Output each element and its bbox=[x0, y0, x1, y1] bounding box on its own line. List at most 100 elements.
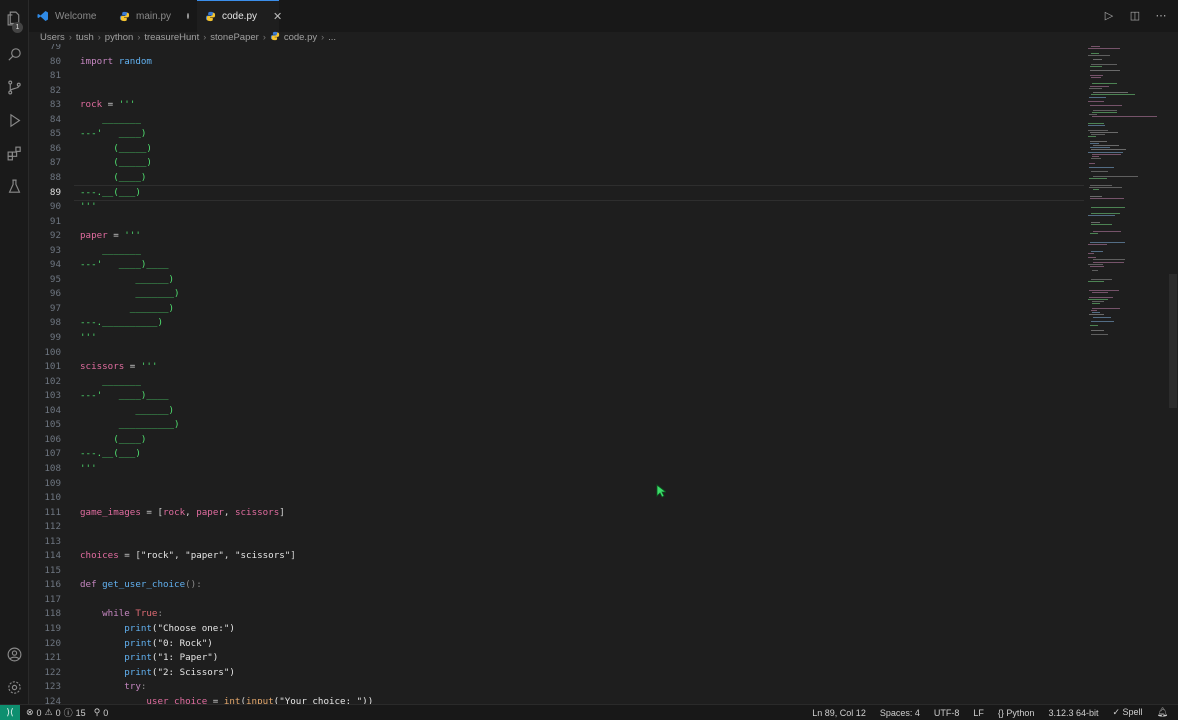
code-line[interactable]: 115 bbox=[29, 564, 1084, 579]
code-line[interactable]: 80 import random bbox=[29, 55, 1084, 70]
code-line[interactable]: 118 while True: bbox=[29, 607, 1084, 622]
code-line[interactable]: 93 _______ bbox=[29, 244, 1084, 259]
minimap-line bbox=[1092, 153, 1121, 155]
tab-code-py[interactable]: code.py ✕ bbox=[197, 0, 282, 32]
line-code: ---' ____)____ bbox=[80, 258, 169, 273]
code-line[interactable]: 87 (_____) bbox=[29, 156, 1084, 171]
minimap-line bbox=[1091, 63, 1117, 65]
code-line[interactable]: 81 bbox=[29, 69, 1084, 84]
code-line[interactable]: 97 _______) bbox=[29, 302, 1084, 317]
testing-icon[interactable] bbox=[4, 176, 24, 196]
line-number: 109 bbox=[44, 477, 61, 489]
breadcrumb-users[interactable]: Users bbox=[40, 32, 65, 43]
source-control-icon[interactable] bbox=[4, 77, 24, 97]
code-line[interactable]: 117 bbox=[29, 593, 1084, 608]
check-icon: ✓ bbox=[1112, 707, 1121, 717]
scrollbar-thumb[interactable] bbox=[1169, 274, 1177, 408]
code-line[interactable]: 88 (____) bbox=[29, 171, 1084, 186]
problems-indicator[interactable]: ⊗ 0 ⚠ 0 ⓘ 15 bbox=[26, 706, 86, 719]
code-line[interactable]: 102 _______ bbox=[29, 375, 1084, 390]
spell-check[interactable]: ✓ Spell bbox=[1112, 707, 1142, 718]
language-mode[interactable]: {} Python bbox=[998, 708, 1035, 718]
code-line[interactable]: 108 ''' bbox=[29, 462, 1084, 477]
more-actions-icon[interactable]: ⋯ bbox=[1154, 8, 1168, 22]
line-number: 115 bbox=[44, 564, 61, 576]
line-number: 120 bbox=[44, 637, 61, 649]
code-line[interactable]: 106 (____) bbox=[29, 433, 1084, 448]
code-line[interactable]: 111 game_images = [rock, paper, scissors] bbox=[29, 506, 1084, 521]
minimap-line bbox=[1093, 109, 1117, 111]
minimap-line bbox=[1091, 213, 1120, 215]
minimap-line bbox=[1089, 167, 1114, 168]
code-line[interactable]: 110 bbox=[29, 491, 1084, 506]
code-line[interactable]: 104 ______) bbox=[29, 404, 1084, 419]
close-icon[interactable]: ✕ bbox=[273, 10, 282, 23]
breadcrumb-python[interactable]: python bbox=[105, 32, 134, 43]
code-line[interactable]: 113 bbox=[29, 535, 1084, 550]
code-line[interactable]: 116 def get_user_choice(): bbox=[29, 578, 1084, 593]
code-line[interactable]: 83 rock = ''' bbox=[29, 98, 1084, 113]
code-line[interactable]: 79 bbox=[29, 44, 1084, 55]
remote-indicator-icon[interactable]: ⟩⟨ bbox=[0, 705, 20, 720]
code-line[interactable]: 90 ''' bbox=[29, 200, 1084, 215]
code-line[interactable]: 114 choices = ["rock", "paper", "scissors… bbox=[29, 549, 1084, 564]
code-line[interactable]: 99 ''' bbox=[29, 331, 1084, 346]
code-line[interactable]: 85 ---' ____) bbox=[29, 127, 1084, 142]
code-line[interactable]: 84 _______ bbox=[29, 113, 1084, 128]
code-line[interactable]: 109 bbox=[29, 477, 1084, 492]
cursor-position[interactable]: Ln 89, Col 12 bbox=[812, 708, 866, 718]
code-line[interactable]: 112 bbox=[29, 520, 1084, 535]
breadcrumb-treasurehunt[interactable]: treasureHunt bbox=[144, 32, 199, 43]
line-code: print("0: Rock") bbox=[80, 637, 213, 652]
line-code: scissors = ''' bbox=[80, 360, 157, 375]
run-debug-icon[interactable] bbox=[4, 110, 24, 130]
indentation[interactable]: Spaces: 4 bbox=[880, 708, 920, 718]
minimap[interactable] bbox=[1086, 44, 1172, 705]
minimap-line bbox=[1088, 252, 1094, 254]
end-of-line[interactable]: LF bbox=[973, 708, 984, 718]
settings-gear-icon[interactable] bbox=[4, 677, 24, 697]
code-line[interactable]: 103 ---' ____)____ bbox=[29, 389, 1084, 404]
code-line[interactable]: 100 bbox=[29, 346, 1084, 361]
notifications-bell-icon[interactable]: 🔔︎ bbox=[1157, 707, 1168, 718]
search-icon[interactable] bbox=[4, 44, 24, 64]
code-editor[interactable]: 79 80 import random 81 82 83 rock = ''' 84 ____… bbox=[29, 44, 1084, 705]
code-line[interactable]: 91 bbox=[29, 215, 1084, 230]
code-line[interactable]: 82 bbox=[29, 84, 1084, 99]
account-icon[interactable] bbox=[4, 644, 24, 664]
extensions-icon[interactable] bbox=[4, 143, 24, 163]
code-line[interactable]: 122 print("2: Scissors") bbox=[29, 666, 1084, 681]
code-line[interactable]: 105 __________) bbox=[29, 418, 1084, 433]
run-icon[interactable]: ▷ bbox=[1102, 8, 1116, 22]
code-line[interactable]: 89 ---.__(___) bbox=[29, 186, 1084, 201]
code-line[interactable]: 92 paper = ''' bbox=[29, 229, 1084, 244]
code-token: paper bbox=[196, 506, 224, 518]
code-line[interactable]: 119 print("Choose one:") bbox=[29, 622, 1084, 637]
code-line[interactable]: 101 scissors = ''' bbox=[29, 360, 1084, 375]
split-editor-icon[interactable]: ◫ bbox=[1128, 8, 1142, 22]
breadcrumb-stonepaper[interactable]: stonePaper bbox=[210, 32, 259, 43]
ports-indicator[interactable]: ⚲ 0 bbox=[94, 707, 109, 718]
python-interpreter[interactable]: 3.12.3 64-bit bbox=[1048, 708, 1098, 718]
code-line[interactable]: 123 try: bbox=[29, 680, 1084, 695]
tab-main-py[interactable]: main.py bbox=[111, 0, 197, 32]
encoding[interactable]: UTF-8 bbox=[934, 708, 960, 718]
breadcrumb-symbols[interactable]: ... bbox=[328, 32, 336, 43]
minimap-line bbox=[1091, 310, 1097, 311]
breadcrumb-file[interactable]: code.py bbox=[284, 32, 317, 43]
code-line[interactable]: 98 ---.__________) bbox=[29, 316, 1084, 331]
line-number: 79 bbox=[49, 44, 61, 52]
code-line[interactable]: 95 ______) bbox=[29, 273, 1084, 288]
code-token: get_user_choice bbox=[102, 579, 186, 591]
tab-welcome[interactable]: Welcome bbox=[29, 0, 111, 32]
code-line[interactable]: 107 ---.__(___) bbox=[29, 447, 1084, 462]
code-line[interactable]: 96 _______) bbox=[29, 287, 1084, 302]
code-line[interactable]: 86 (_____) bbox=[29, 142, 1084, 157]
line-number: 108 bbox=[44, 462, 61, 474]
spell-label: Spell bbox=[1122, 707, 1143, 717]
line-code: ---.__(___) bbox=[80, 186, 141, 201]
code-line[interactable]: 121 print("1: Paper") bbox=[29, 651, 1084, 666]
code-line[interactable]: 94 ---' ____)____ bbox=[29, 258, 1084, 273]
code-line[interactable]: 120 print("0: Rock") bbox=[29, 637, 1084, 652]
breadcrumb-tush[interactable]: tush bbox=[76, 32, 94, 43]
